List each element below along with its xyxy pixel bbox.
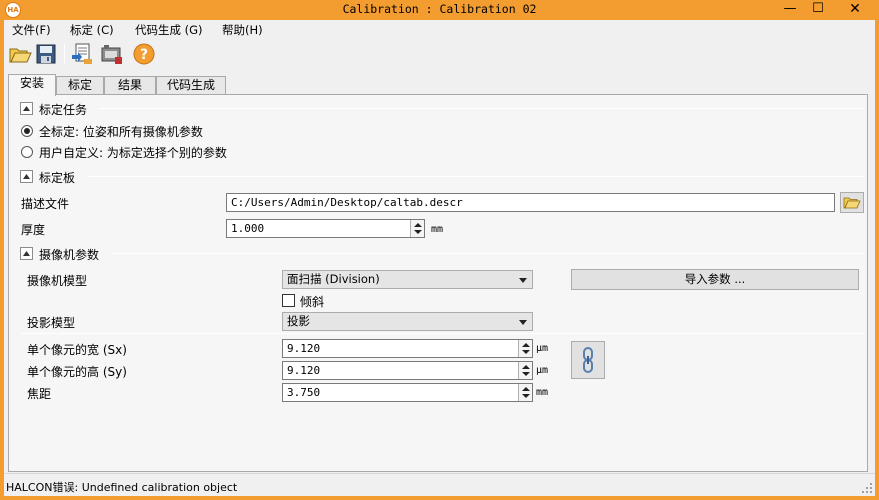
spin-up-icon[interactable]	[414, 223, 422, 227]
menu-help[interactable]: 帮助(H)	[222, 22, 263, 38]
section-divider	[87, 176, 864, 177]
desc-file-label: 描述文件	[21, 197, 70, 211]
section-divider	[99, 108, 864, 109]
camera-model-label: 摄像机模型	[27, 274, 88, 288]
minimize-button[interactable]: —	[776, 0, 804, 19]
load-calibration-icon[interactable]	[70, 42, 94, 66]
focal-length-unit: mm	[536, 387, 549, 398]
thickness-label: 厚度	[21, 223, 46, 237]
spin-up-icon[interactable]	[522, 343, 530, 347]
status-message: HALCON错误: Undefined calibration object	[6, 481, 238, 494]
chevron-up-icon	[23, 174, 30, 179]
spin-up-icon[interactable]	[522, 365, 530, 369]
close-button[interactable]: ✕	[834, 0, 876, 19]
svg-text:?: ?	[140, 47, 148, 63]
full-calibration-radio[interactable]	[21, 125, 33, 137]
setup-panel: 标定任务 全标定: 位姿和所有摄像机参数 用户自定义: 为标定选择个别的参数 标…	[8, 94, 868, 472]
open-folder-icon	[843, 197, 861, 209]
status-bar: HALCON错误: Undefined calibration object	[4, 473, 875, 496]
link-sx-sy-button[interactable]	[571, 341, 605, 379]
focal-length-value: 3.750	[287, 386, 321, 399]
sx-unit: μm	[536, 343, 549, 354]
title-bar[interactable]: HA Calibration : Calibration 02 — ☐ ✕	[0, 0, 879, 20]
chevron-down-icon	[519, 278, 527, 283]
chain-link-icon	[583, 347, 593, 373]
section-divider	[111, 253, 864, 254]
menu-bar: 文件(F) 标定 (C) 代码生成 (G) 帮助(H)	[4, 20, 875, 39]
menu-codegen[interactable]: 代码生成 (G)	[135, 22, 203, 38]
tilt-checkbox[interactable]	[282, 294, 295, 307]
camera-icon[interactable]	[100, 42, 124, 66]
sx-label: 单个像元的宽 (Sx)	[27, 343, 127, 357]
sy-unit: μm	[536, 365, 549, 376]
chevron-down-icon	[519, 320, 527, 325]
import-params-button[interactable]: 导入参数 ...	[571, 269, 859, 290]
chevron-up-icon	[23, 106, 30, 111]
thickness-unit: mm	[431, 224, 444, 235]
camera-model-dropdown[interactable]: 面扫描 (Division)	[282, 270, 533, 289]
focal-length-spinbox[interactable]: 3.750	[282, 383, 533, 402]
sy-label: 单个像元的高 (Sy)	[27, 365, 127, 379]
tab-results[interactable]: 结果	[104, 76, 156, 95]
custom-calibration-radio[interactable]	[21, 146, 33, 158]
sx-spinbox[interactable]: 9.120	[282, 339, 533, 358]
sx-value: 9.120	[287, 342, 321, 355]
resize-grip-icon[interactable]	[861, 482, 873, 494]
desc-file-input[interactable]: C:/Users/Admin/Desktop/caltab.descr	[226, 193, 835, 212]
plate-collapse-toggle[interactable]	[20, 170, 33, 183]
menu-file[interactable]: 文件(F)	[12, 22, 51, 38]
thickness-value: 1.000	[231, 222, 265, 235]
camera-model-value: 面扫描 (Division)	[287, 272, 380, 286]
sy-spinbox[interactable]: 9.120	[282, 361, 533, 380]
tab-calibrate[interactable]: 标定	[56, 76, 104, 95]
custom-calibration-label: 用户自定义: 为标定选择个别的参数	[39, 146, 227, 160]
menu-calibrate[interactable]: 标定 (C)	[70, 22, 114, 38]
tab-codegen[interactable]: 代码生成	[156, 76, 226, 95]
tilt-label: 倾斜	[300, 295, 325, 309]
spin-down-icon[interactable]	[522, 372, 530, 376]
sx-spin-buttons[interactable]	[518, 340, 532, 357]
window-frame: HA Calibration : Calibration 02 — ☐ ✕ 文件…	[0, 0, 879, 500]
spin-up-icon[interactable]	[522, 387, 530, 391]
projection-model-dropdown[interactable]: 投影	[282, 312, 533, 331]
spin-down-icon[interactable]	[414, 230, 422, 234]
sy-value: 9.120	[287, 364, 321, 377]
toolbar-separator	[64, 44, 65, 64]
focal-spin-buttons[interactable]	[518, 384, 532, 401]
thickness-spinbox[interactable]: 1.000	[226, 219, 425, 238]
projection-model-value: 投影	[287, 314, 310, 328]
plate-section-title: 标定板	[39, 171, 76, 185]
tab-setup[interactable]: 安装	[8, 74, 56, 96]
focal-length-label: 焦距	[27, 387, 52, 401]
camera-section-title: 摄像机参数	[39, 248, 100, 262]
maximize-button[interactable]: ☐	[804, 0, 832, 19]
thickness-spin-buttons[interactable]	[410, 220, 424, 237]
browse-button[interactable]	[840, 192, 864, 213]
help-icon[interactable]: ?	[132, 42, 156, 66]
chevron-up-icon	[23, 251, 30, 256]
spin-down-icon[interactable]	[522, 350, 530, 354]
save-icon[interactable]	[34, 42, 58, 66]
task-section-title: 标定任务	[39, 103, 88, 117]
full-calibration-label: 全标定: 位姿和所有摄像机参数	[39, 125, 203, 139]
spin-down-icon[interactable]	[522, 394, 530, 398]
section-divider	[21, 333, 864, 334]
task-collapse-toggle[interactable]	[20, 102, 33, 115]
projection-model-label: 投影模型	[27, 316, 76, 330]
toolbar: ?	[4, 40, 875, 68]
sy-spin-buttons[interactable]	[518, 362, 532, 379]
camera-collapse-toggle[interactable]	[20, 247, 33, 260]
client-area: 文件(F) 标定 (C) 代码生成 (G) 帮助(H) ? 安装 标定 结果 代…	[4, 20, 875, 496]
open-folder-icon[interactable]	[8, 42, 32, 66]
window-title: Calibration : Calibration 02	[342, 2, 537, 16]
